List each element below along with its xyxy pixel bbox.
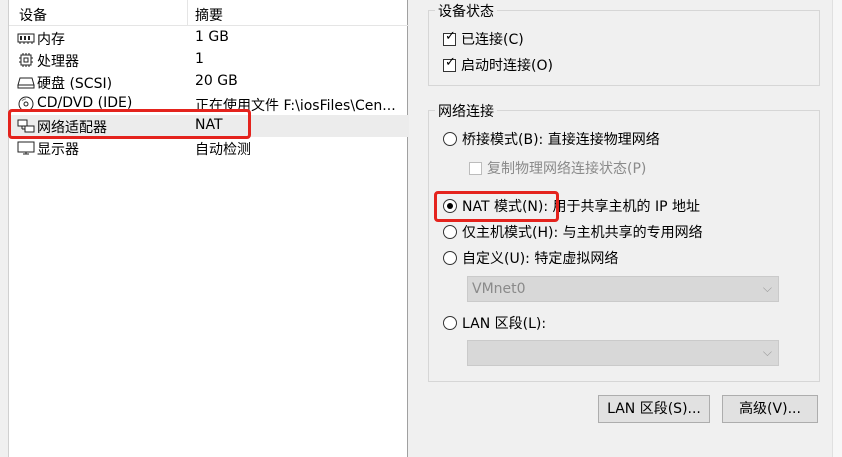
device-row-processor[interactable]: 处理器 1 — [9, 49, 409, 71]
memory-icon — [17, 30, 35, 46]
custom-radio[interactable]: 自定义(U): 特定虚拟网络 — [443, 248, 618, 268]
column-separator[interactable] — [187, 0, 188, 26]
custom-label: 自定义(U): 特定虚拟网络 — [462, 251, 619, 267]
radio-circle[interactable] — [443, 132, 457, 146]
device-summary: 自动检测 — [195, 142, 251, 158]
device-row-hard-disk[interactable]: 硬盘 (SCSI) 20 GB — [9, 71, 409, 93]
device-summary: 1 — [195, 51, 204, 67]
highlight-network-adapter — [8, 109, 251, 139]
network-connection-group: 网络连接 桥接模式(B): 直接连接物理网络 复制物理网络连接状态(P) NAT… — [428, 101, 820, 382]
host-only-radio[interactable]: 仅主机模式(H): 与主机共享的专用网络 — [443, 222, 703, 242]
connect-at-power-on-checkbox[interactable]: ✓ 启动时连接(O) — [443, 55, 553, 75]
bridged-label: 桥接模式(B): 直接连接物理网络 — [462, 132, 660, 148]
device-name: 处理器 — [37, 54, 79, 70]
advanced-button[interactable]: 高级(V)... — [722, 395, 818, 423]
chevron-down-icon: ⌵ — [762, 281, 772, 295]
device-name: 硬盘 (SCSI) — [37, 76, 113, 92]
lan-segment-radio[interactable]: LAN 区段(L): — [443, 313, 546, 333]
device-list-header: 设备 摘要 — [9, 0, 409, 26]
connect-at-power-on-label: 启动时连接(O) — [461, 58, 553, 74]
network-connection-title: 网络连接 — [435, 101, 497, 121]
lan-segments-button[interactable]: LAN 区段(S)... — [598, 395, 710, 423]
device-summary: 1 GB — [195, 29, 229, 45]
chevron-down-icon: ⌵ — [762, 345, 772, 359]
nat-label-suffix: 用于共享主机的 IP 地址 — [552, 199, 701, 215]
device-list-panel: 设备 摘要 内存 1 GB 处理器 1 硬盘 (SCSI) 20 GB CD/D… — [8, 0, 409, 457]
device-summary: 20 GB — [195, 73, 238, 89]
device-name: 显示器 — [37, 142, 79, 158]
radio-circle[interactable] — [443, 225, 457, 239]
checkmark-icon: ✓ — [445, 29, 456, 44]
radio-circle[interactable] — [443, 251, 457, 265]
highlight-nat-mode — [434, 191, 559, 222]
lan-segment-select[interactable]: ⌵ — [467, 340, 779, 366]
checkbox-box[interactable] — [469, 162, 482, 175]
checkbox-box[interactable]: ✓ — [443, 55, 456, 72]
host-only-label: 仅主机模式(H): 与主机共享的专用网络 — [462, 225, 703, 241]
device-name: 内存 — [37, 32, 65, 48]
replicate-physical-state-checkbox[interactable]: 复制物理网络连接状态(P) — [469, 158, 646, 178]
connected-label: 已连接(C) — [461, 32, 524, 48]
settings-panel: 设备状态 ✓ 已连接(C) ✓ 启动时连接(O) 网络连接 桥接模式(B): 直接连… — [420, 0, 842, 457]
cpu-icon — [17, 52, 35, 68]
device-row-display[interactable]: 显示器 自动检测 — [9, 137, 409, 159]
hard-disk-icon — [17, 74, 35, 90]
device-status-title: 设备状态 — [435, 1, 497, 21]
radio-circle[interactable] — [443, 316, 457, 330]
device-row-memory[interactable]: 内存 1 GB — [9, 27, 409, 49]
custom-network-value: VMnet0 — [472, 281, 526, 297]
custom-network-select[interactable]: VMnet0 ⌵ — [467, 276, 779, 302]
summary-column-header[interactable]: 摘要 — [195, 5, 223, 25]
device-column-header[interactable]: 设备 — [19, 5, 47, 25]
device-status-group: 设备状态 ✓ 已连接(C) ✓ 启动时连接(O) — [428, 1, 820, 86]
checkmark-icon: ✓ — [445, 55, 456, 70]
bridged-radio[interactable]: 桥接模式(B): 直接连接物理网络 — [443, 129, 660, 149]
window-scrollbar[interactable] — [832, 0, 842, 457]
monitor-icon — [17, 140, 35, 156]
lan-segment-label: LAN 区段(L): — [462, 316, 547, 332]
checkbox-box[interactable]: ✓ — [443, 29, 456, 46]
connected-checkbox[interactable]: ✓ 已连接(C) — [443, 29, 524, 49]
replicate-label: 复制物理网络连接状态(P) — [487, 161, 647, 177]
